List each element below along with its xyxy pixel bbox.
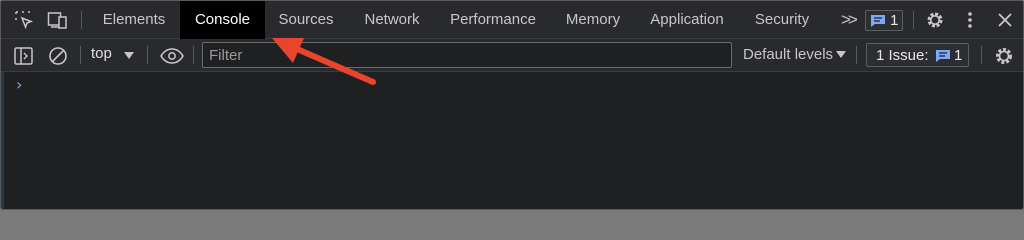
context-caret-icon[interactable] bbox=[124, 52, 134, 59]
devtools-tab-bar: Elements Console Sources Network Perform… bbox=[1, 1, 1023, 39]
close-icon[interactable] bbox=[995, 10, 1015, 30]
filter-input[interactable] bbox=[202, 42, 732, 68]
tab-memory[interactable]: Memory bbox=[557, 1, 629, 39]
tab-security[interactable]: Security bbox=[745, 1, 819, 39]
more-options-kebab-icon[interactable] bbox=[960, 10, 980, 30]
separator bbox=[856, 46, 857, 64]
tab-console[interactable]: Console bbox=[180, 1, 265, 39]
separator bbox=[913, 11, 914, 29]
separator bbox=[981, 46, 982, 64]
separator bbox=[147, 46, 148, 64]
inspect-element-icon[interactable] bbox=[14, 10, 34, 30]
tab-application[interactable]: Application bbox=[642, 1, 732, 39]
levels-caret-icon[interactable] bbox=[836, 51, 846, 58]
message-icon bbox=[935, 49, 951, 68]
separator bbox=[80, 46, 81, 64]
separator bbox=[81, 11, 82, 29]
issues-count: 1 bbox=[954, 47, 963, 64]
tab-performance[interactable]: Performance bbox=[441, 1, 545, 39]
console-prompt-chevron-icon[interactable]: › bbox=[16, 75, 22, 94]
devtools-window: Elements Console Sources Network Perform… bbox=[0, 0, 1024, 210]
message-count: 1 bbox=[890, 12, 899, 29]
issues-label: 1 Issue: bbox=[876, 47, 929, 64]
console-toolbar: top Default levels 1 Issue: 1 bbox=[1, 39, 1023, 72]
message-icon bbox=[870, 14, 886, 33]
device-toolbar-icon[interactable] bbox=[47, 10, 67, 30]
separator bbox=[193, 46, 194, 64]
context-selector[interactable]: top bbox=[91, 45, 112, 62]
tab-network[interactable]: Network bbox=[353, 1, 431, 39]
live-expression-eye-icon[interactable] bbox=[159, 45, 185, 67]
sidebar-toggle-icon[interactable] bbox=[13, 45, 35, 67]
settings-gear-icon[interactable] bbox=[925, 10, 945, 30]
tab-elements[interactable]: Elements bbox=[93, 1, 175, 39]
clear-console-icon[interactable] bbox=[47, 45, 69, 67]
default-levels-dropdown[interactable]: Default levels bbox=[743, 46, 833, 63]
more-tabs-chevron-icon[interactable]: >> bbox=[841, 10, 858, 30]
console-settings-gear-icon[interactable] bbox=[993, 45, 1015, 67]
messages-badge[interactable]: 1 bbox=[865, 10, 903, 31]
issues-counter-button[interactable]: 1 Issue: 1 bbox=[866, 43, 969, 67]
tab-sources[interactable]: Sources bbox=[269, 1, 343, 39]
